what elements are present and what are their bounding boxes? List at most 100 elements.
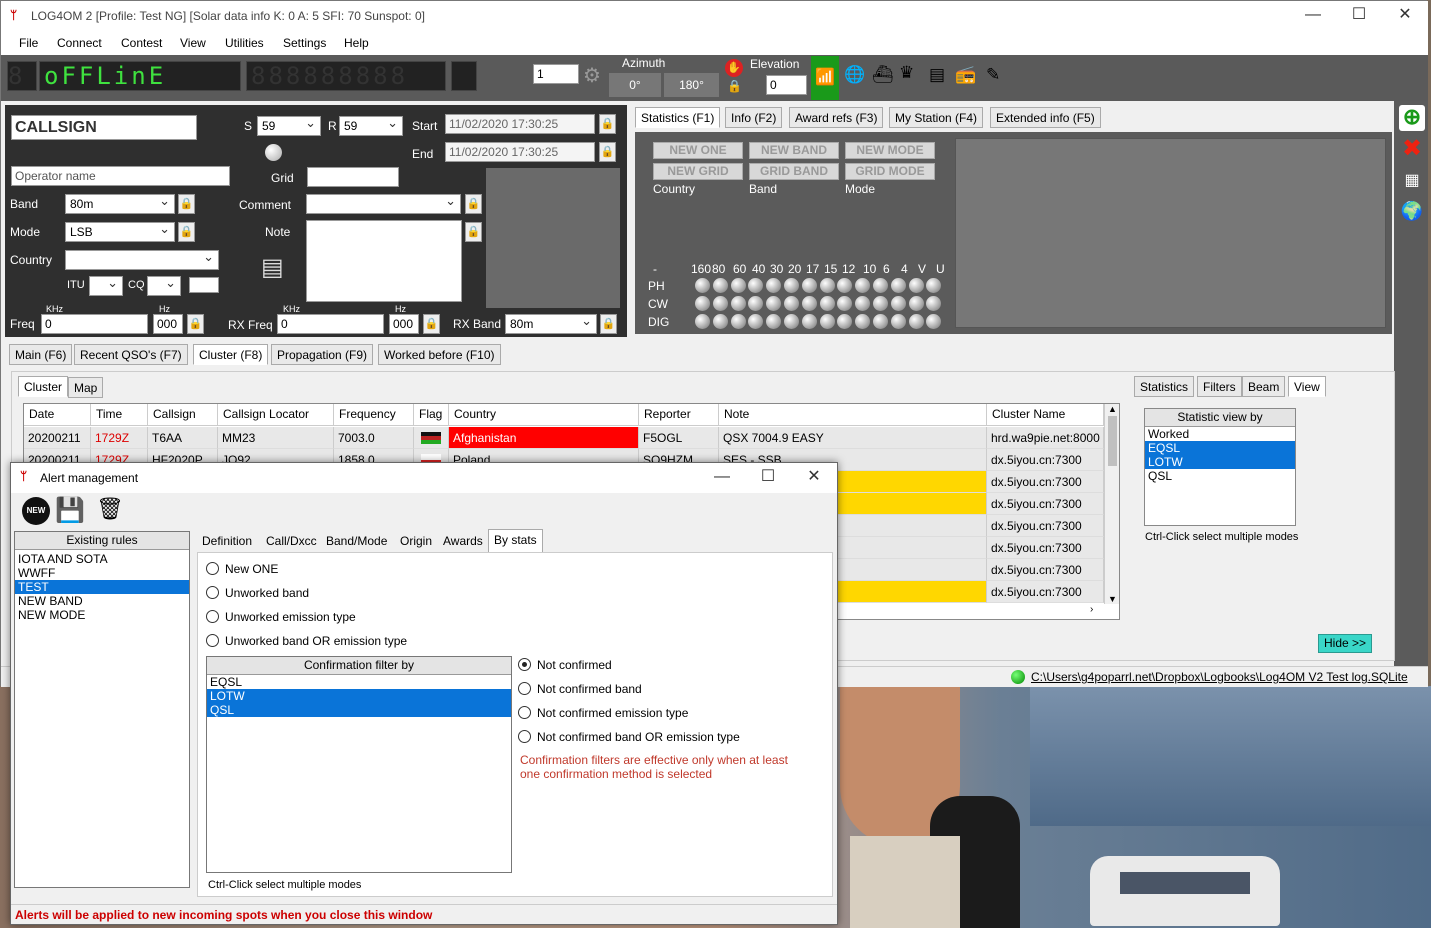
gear-icon[interactable]: ⚙ [583,63,601,88]
rules-list[interactable]: Existing rules IOTA AND SOTA WWFF TEST NEW … [14,531,190,888]
rule-item[interactable]: NEW MODE [15,608,189,622]
col-cluster-name[interactable]: Cluster Name [987,404,1104,426]
option-unworked-band-or-emission[interactable]: Unworked band OR emission type [206,634,407,648]
add-icon[interactable]: ⊕ [1399,105,1425,131]
menu-utilities[interactable]: Utilities [225,36,264,50]
tab-definition[interactable]: Definition [197,531,257,552]
note-textarea[interactable] [306,220,462,302]
grid-input[interactable] [307,167,399,187]
cluster-name-cell[interactable]: dx.5iyou.cn:7300 [987,493,1104,515]
option-not-confirmed[interactable]: Not confirmed [518,658,612,672]
tab-cluster-map[interactable]: Map [68,377,104,398]
confirm-qsl[interactable]: QSL [207,703,511,717]
crown-icon[interactable]: ♛ [899,63,914,83]
option-not-confirmed-band-or-emission[interactable]: Not confirmed band OR emission type [518,730,740,744]
minimize-icon[interactable]: — [1290,1,1336,31]
tab-band-mode[interactable]: Band/Mode [321,531,392,552]
azimuth-long[interactable]: 180° [664,73,719,97]
new-grid-button[interactable]: NEW GRID [653,163,743,180]
cluster-name-cell[interactable]: dx.5iyou.cn:7300 [987,581,1104,603]
trash-icon[interactable]: 🗑 [96,496,124,522]
tab-award-refs[interactable]: Award refs (F3) [789,107,884,128]
menu-settings[interactable]: Settings [283,36,326,50]
grid-cell[interactable]: hrd.wa9pie.net:8000 [987,427,1104,449]
alert-maximize-icon[interactable]: ☐ [745,463,791,493]
col-locator[interactable]: Callsign Locator [218,404,334,426]
cluster-name-cell[interactable]: dx.5iyou.cn:7300 [987,537,1104,559]
confirmation-filter-list[interactable]: Confirmation filter by EQSL LOTW QSL [206,656,512,873]
col-frequency[interactable]: Frequency [334,404,414,426]
cq-select[interactable] [147,275,181,296]
start-time-input[interactable]: 11/02/2020 17:30:25 [445,114,595,134]
option-unworked-band[interactable]: Unworked band [206,586,309,600]
col-note[interactable]: Note [719,404,987,426]
freq-lock-icon[interactable]: 🔒 [187,314,204,334]
country-select[interactable] [65,249,219,270]
cq-extra[interactable] [189,277,219,293]
col-date[interactable]: Date [24,404,91,426]
rst-sent-select[interactable]: 59 [257,115,321,136]
globe-icon[interactable]: 🌐 [844,65,865,85]
world-icon[interactable]: 🌍 [1399,199,1425,225]
save-icon[interactable]: 💾 [55,496,85,525]
grid-cell[interactable]: 20200211 [24,427,91,449]
menu-file[interactable]: File [19,36,38,50]
profile-spin[interactable]: 1 [533,64,579,84]
rxfreq-lock-icon[interactable]: 🔒 [423,314,440,334]
comment-lock-icon[interactable]: 🔒 [465,194,482,214]
freq-hz-input[interactable]: 000 [153,314,183,334]
callsign-input[interactable]: CALLSIGN [11,115,197,140]
tab-right-beam[interactable]: Beam [1242,376,1286,397]
confirm-eqsl[interactable]: EQSL [207,675,511,689]
scroll-down-icon[interactable]: ▼ [1105,594,1119,604]
statview-lotw[interactable]: LOTW [1145,455,1295,469]
note-cell[interactable] [834,581,987,603]
tab-worked-before[interactable]: Worked before (F10) [378,344,501,365]
azimuth-short[interactable]: 0° [609,73,661,97]
server-icon[interactable]: ▤ [929,65,945,85]
tab-right-statistics[interactable]: Statistics [1134,376,1195,397]
tab-recent-qsos[interactable]: Recent QSO's (F7) [74,344,188,365]
lock-icon[interactable]: 🔒 [727,79,742,93]
tab-my-station[interactable]: My Station (F4) [889,107,984,128]
statview-qsl[interactable]: QSL [1145,469,1295,483]
col-flag[interactable]: Flag [414,404,449,426]
tab-extended-info[interactable]: Extended info (F5) [990,107,1101,128]
scroll-thumb[interactable] [1108,416,1117,466]
rxfreq-hz-input[interactable]: 000 [389,314,419,334]
note-cell[interactable] [834,471,987,493]
statview-worked[interactable]: Worked [1145,427,1295,441]
elevation-input[interactable]: 0 [766,75,807,95]
stop-icon[interactable]: ✋ [725,59,743,77]
delete-icon[interactable]: ✖ [1399,137,1425,163]
cluster-name-cell[interactable]: dx.5iyou.cn:7300 [987,559,1104,581]
tab-main[interactable]: Main (F6) [9,344,73,365]
database-icon[interactable]: ▤ [261,253,284,282]
satellite-icon[interactable]: ⛴ [872,65,894,85]
tab-right-view[interactable]: View [1288,376,1326,397]
new-mode-button[interactable]: NEW MODE [845,142,935,159]
hide-button[interactable]: Hide >> [1318,634,1372,653]
tab-origin[interactable]: Origin [395,531,437,552]
alert-minimize-icon[interactable]: — [699,463,745,493]
band-lock-icon[interactable]: 🔒 [178,194,195,214]
cluster-name-cell[interactable]: dx.5iyou.cn:7300 [987,515,1104,537]
maximize-icon[interactable]: ☐ [1336,1,1382,31]
scroll-right-icon[interactable]: › [1090,604,1093,615]
operator-input[interactable]: Operator name [11,166,230,186]
itu-select[interactable] [89,275,123,296]
rule-item[interactable]: NEW BAND [15,594,189,608]
new-one-button[interactable]: NEW ONE [653,142,743,159]
rule-item[interactable]: TEST [15,580,189,594]
cards-icon[interactable]: ▦ [1399,169,1425,195]
menu-contest[interactable]: Contest [121,36,162,50]
db-path[interactable]: C:\Users\g4poparrl.net\Dropbox\Logbooks\… [1031,670,1408,684]
rule-item[interactable]: IOTA AND SOTA [15,552,189,566]
grid-cell[interactable]: 7003.0 [334,427,414,449]
comment-select[interactable] [306,193,461,214]
mode-select[interactable]: LSB [65,221,175,242]
scroll-up-icon[interactable]: ▲ [1105,404,1119,414]
grid-cell[interactable]: QSX 7004.9 EASY [719,427,987,449]
grid-vscrollbar[interactable]: ▲ ▼ [1104,404,1119,604]
confirm-lotw[interactable]: LOTW [207,689,511,703]
